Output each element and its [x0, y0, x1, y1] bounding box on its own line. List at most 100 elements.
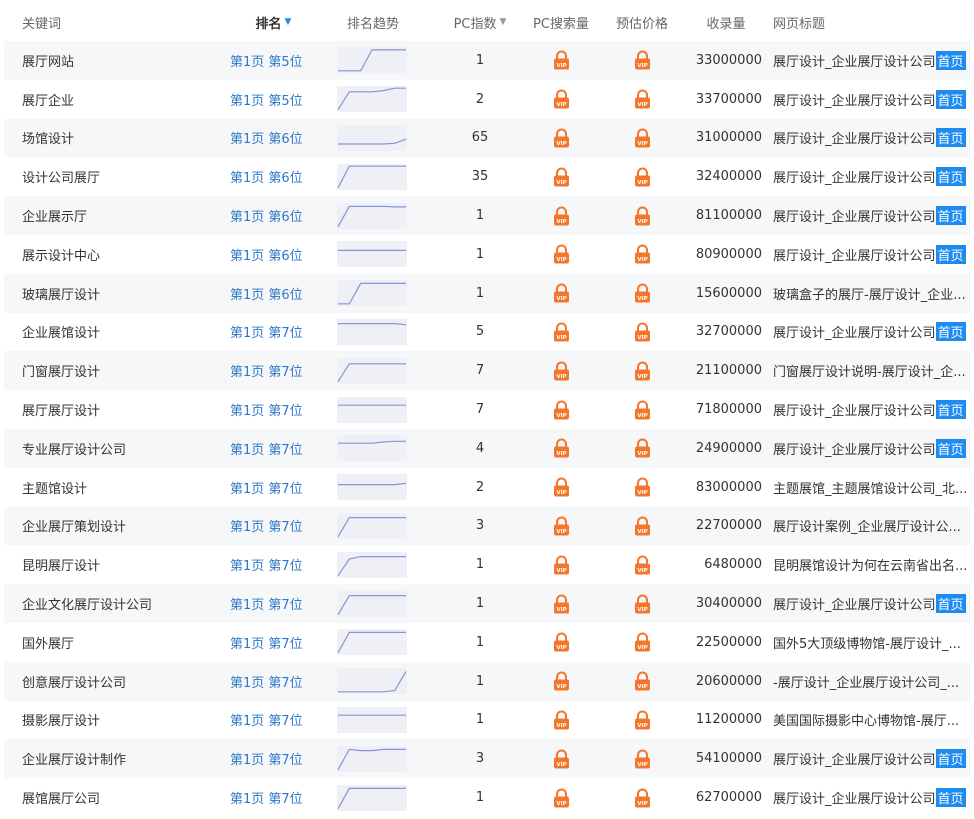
rank-trend-sparkline[interactable] [337, 778, 409, 817]
rank-trend-sparkline[interactable] [337, 545, 409, 584]
pc-search-vip-lock[interactable]: VIP [531, 468, 591, 507]
pc-search-vip-lock[interactable]: VIP [531, 119, 591, 158]
page-title-link[interactable]: 展厅设计_企业展厅设计公司 首页 [773, 80, 970, 119]
keyword-link[interactable]: 专业展厅设计公司 [22, 429, 222, 468]
price-vip-lock[interactable]: VIP [609, 739, 675, 778]
pc-search-vip-lock[interactable]: VIP [531, 41, 591, 80]
rank-link[interactable]: 第1页 第7位 [230, 313, 320, 352]
sort-desc-icon[interactable]: ▼ [285, 17, 292, 27]
page-title-link[interactable]: 展厅设计_企业展厅设计公司 首页 [773, 157, 970, 196]
rank-link[interactable]: 第1页 第7位 [230, 545, 320, 584]
price-vip-lock[interactable]: VIP [609, 623, 675, 662]
rank-trend-sparkline[interactable] [337, 623, 409, 662]
pc-search-vip-lock[interactable]: VIP [531, 584, 591, 623]
pc-search-vip-lock[interactable]: VIP [531, 429, 591, 468]
pc-search-vip-lock[interactable]: VIP [531, 157, 591, 196]
price-vip-lock[interactable]: VIP [609, 429, 675, 468]
rank-trend-sparkline[interactable] [337, 351, 409, 390]
rank-trend-sparkline[interactable] [337, 429, 409, 468]
page-title-link[interactable]: 展厅设计_企业展厅设计公司 首页 [773, 235, 970, 274]
keyword-link[interactable]: 展示设计中心 [22, 235, 222, 274]
page-title-link[interactable]: 展厅设计_企业展厅设计公司 首页 [773, 778, 970, 817]
rank-link[interactable]: 第1页 第7位 [230, 623, 320, 662]
rank-trend-sparkline[interactable] [337, 196, 409, 235]
rank-trend-sparkline[interactable] [337, 274, 409, 313]
keyword-link[interactable]: 展馆展厅公司 [22, 778, 222, 817]
rank-link[interactable]: 第1页 第7位 [230, 662, 320, 701]
pc-search-vip-lock[interactable]: VIP [531, 623, 591, 662]
pc-search-vip-lock[interactable]: VIP [531, 507, 591, 546]
pc-search-vip-lock[interactable]: VIP [531, 196, 591, 235]
rank-link[interactable]: 第1页 第7位 [230, 778, 320, 817]
pc-search-vip-lock[interactable]: VIP [531, 662, 591, 701]
keyword-link[interactable]: 企业文化展厅设计公司 [22, 584, 222, 623]
page-title-link[interactable]: 展厅设计案例_企业展厅设计公... [773, 507, 970, 546]
rank-trend-sparkline[interactable] [337, 739, 409, 778]
price-vip-lock[interactable]: VIP [609, 41, 675, 80]
page-title-link[interactable]: 美国国际摄影中心博物馆-展厅... [773, 701, 970, 740]
keyword-link[interactable]: 摄影展厅设计 [22, 701, 222, 740]
price-vip-lock[interactable]: VIP [609, 119, 675, 158]
price-vip-lock[interactable]: VIP [609, 507, 675, 546]
keyword-link[interactable]: 展厅展厅设计 [22, 390, 222, 429]
rank-link[interactable]: 第1页 第5位 [230, 41, 320, 80]
price-vip-lock[interactable]: VIP [609, 351, 675, 390]
keyword-link[interactable]: 玻璃展厅设计 [22, 274, 222, 313]
header-keyword[interactable]: 关键词 [22, 3, 222, 41]
page-title-link[interactable]: 昆明展馆设计为何在云南省出名... [773, 545, 970, 584]
keyword-link[interactable]: 国外展厅 [22, 623, 222, 662]
rank-link[interactable]: 第1页 第6位 [230, 119, 320, 158]
pc-search-vip-lock[interactable]: VIP [531, 313, 591, 352]
price-vip-lock[interactable]: VIP [609, 584, 675, 623]
rank-trend-sparkline[interactable] [337, 41, 409, 80]
page-title-link[interactable]: 展厅设计_企业展厅设计公司 首页 [773, 584, 970, 623]
keyword-link[interactable]: 企业展馆设计 [22, 313, 222, 352]
page-title-link[interactable]: 展厅设计_企业展厅设计公司 首页 [773, 196, 970, 235]
page-title-link[interactable]: 展厅设计_企业展厅设计公司 首页 [773, 313, 970, 352]
rank-trend-sparkline[interactable] [337, 584, 409, 623]
rank-link[interactable]: 第1页 第6位 [230, 274, 320, 313]
price-vip-lock[interactable]: VIP [609, 274, 675, 313]
price-vip-lock[interactable]: VIP [609, 545, 675, 584]
price-vip-lock[interactable]: VIP [609, 313, 675, 352]
price-vip-lock[interactable]: VIP [609, 468, 675, 507]
sort-icon[interactable]: ▼ [500, 17, 507, 27]
price-vip-lock[interactable]: VIP [609, 701, 675, 740]
keyword-link[interactable]: 展厅企业 [22, 80, 222, 119]
rank-link[interactable]: 第1页 第7位 [230, 584, 320, 623]
rank-link[interactable]: 第1页 第7位 [230, 390, 320, 429]
page-title-link[interactable]: 国外5大顶级博物馆-展厅设计_... [773, 623, 970, 662]
rank-link[interactable]: 第1页 第7位 [230, 468, 320, 507]
keyword-link[interactable]: 场馆设计 [22, 119, 222, 158]
page-title-link[interactable]: 玻璃盒子的展厅-展厅设计_企业... [773, 274, 970, 313]
keyword-link[interactable]: 企业展示厅 [22, 196, 222, 235]
page-title-link[interactable]: 门窗展厅设计说明-展厅设计_企... [773, 351, 970, 390]
page-title-link[interactable]: 展厅设计_企业展厅设计公司 首页 [773, 41, 970, 80]
pc-search-vip-lock[interactable]: VIP [531, 739, 591, 778]
keyword-link[interactable]: 创意展厅设计公司 [22, 662, 222, 701]
rank-link[interactable]: 第1页 第7位 [230, 507, 320, 546]
page-title-link[interactable]: 展厅设计_企业展厅设计公司 首页 [773, 739, 970, 778]
price-vip-lock[interactable]: VIP [609, 196, 675, 235]
rank-link[interactable]: 第1页 第6位 [230, 235, 320, 274]
keyword-link[interactable]: 展厅网站 [22, 41, 222, 80]
page-title-link[interactable]: -展厅设计_企业展厅设计公司_... [773, 662, 970, 701]
rank-trend-sparkline[interactable] [337, 468, 409, 507]
rank-link[interactable]: 第1页 第6位 [230, 157, 320, 196]
price-vip-lock[interactable]: VIP [609, 662, 675, 701]
rank-trend-sparkline[interactable] [337, 119, 409, 158]
rank-trend-sparkline[interactable] [337, 235, 409, 274]
rank-link[interactable]: 第1页 第7位 [230, 351, 320, 390]
pc-search-vip-lock[interactable]: VIP [531, 545, 591, 584]
pc-search-vip-lock[interactable]: VIP [531, 778, 591, 817]
keyword-link[interactable]: 昆明展厅设计 [22, 545, 222, 584]
rank-link[interactable]: 第1页 第7位 [230, 429, 320, 468]
keyword-link[interactable]: 主题馆设计 [22, 468, 222, 507]
rank-link[interactable]: 第1页 第7位 [230, 701, 320, 740]
price-vip-lock[interactable]: VIP [609, 778, 675, 817]
rank-link[interactable]: 第1页 第5位 [230, 80, 320, 119]
header-rank[interactable]: 排名 ▼ [226, 3, 321, 41]
page-title-link[interactable]: 主题展馆_主题展馆设计公司_北... [773, 468, 970, 507]
pc-search-vip-lock[interactable]: VIP [531, 274, 591, 313]
page-title-link[interactable]: 展厅设计_企业展厅设计公司 首页 [773, 119, 970, 158]
